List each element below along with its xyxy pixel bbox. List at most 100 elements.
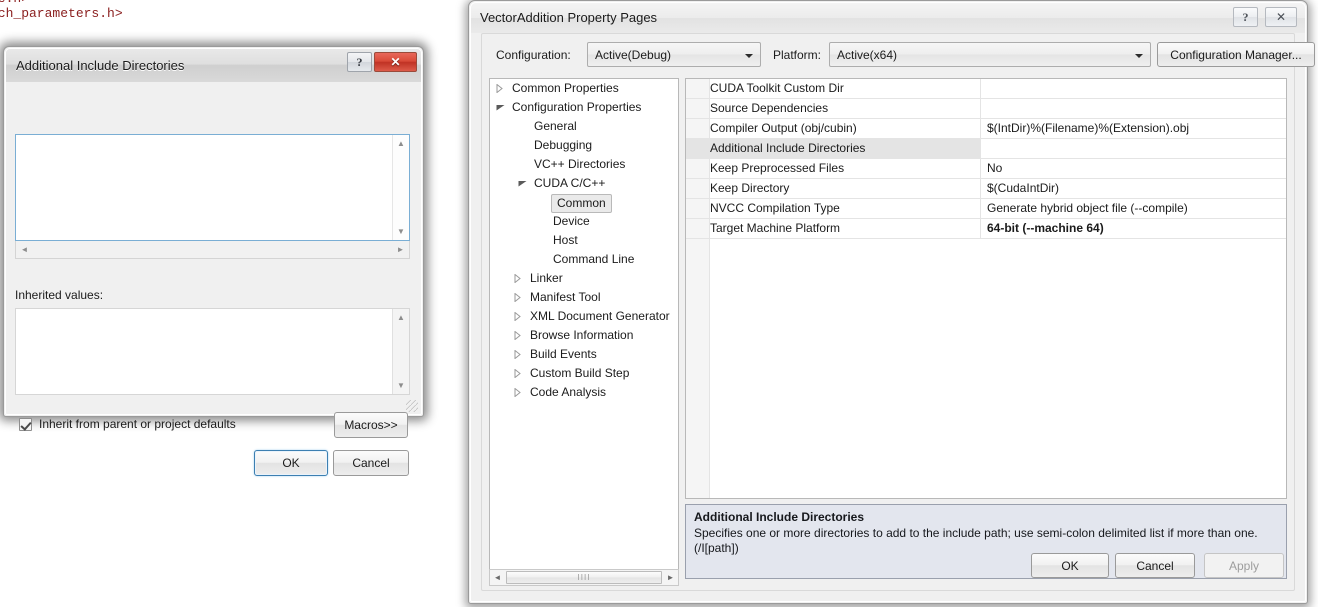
- tree-item-browse-information[interactable]: Browse Information: [490, 326, 678, 345]
- dialog-titlebar: Additional Include Directories ? ✕: [6, 49, 421, 82]
- scroll-down-icon[interactable]: ▼: [393, 223, 409, 240]
- tree-item-common-properties[interactable]: Common Properties: [490, 79, 678, 98]
- expand-triangle-icon[interactable]: [514, 369, 521, 378]
- tree-item-label: VC++ Directories: [534, 157, 626, 171]
- expand-triangle-icon[interactable]: [514, 388, 521, 397]
- dialog-body: ▲ ▼ ◄ ► Inherited values: ▲ ▼ Inherit fr…: [6, 82, 421, 476]
- tree-item-label: Debugging: [534, 138, 593, 152]
- platform-value: Active(x64): [837, 48, 898, 62]
- property-value[interactable]: [981, 79, 1286, 98]
- tree-item-label: Browse Information: [530, 328, 634, 342]
- property-value[interactable]: No: [981, 159, 1286, 178]
- dialog-cancel-button[interactable]: Cancel: [333, 450, 409, 476]
- expand-triangle-icon[interactable]: [496, 84, 503, 93]
- collapse-triangle-icon[interactable]: [496, 104, 505, 113]
- description-title: Additional Include Directories: [694, 510, 865, 524]
- scroll-up-icon[interactable]: ▲: [393, 309, 409, 326]
- configuration-dropdown[interactable]: Active(Debug): [587, 42, 761, 67]
- expand-triangle-icon[interactable]: [514, 274, 521, 283]
- scroll-right-icon[interactable]: ►: [392, 241, 409, 258]
- cancel-button[interactable]: Cancel: [1115, 553, 1195, 578]
- property-row[interactable]: Source Dependencies: [686, 99, 1286, 119]
- tree-item-xml-document-generator[interactable]: XML Document Generator: [490, 307, 678, 326]
- tree-item-label: Common: [551, 194, 612, 213]
- collapse-triangle-icon[interactable]: [518, 180, 527, 189]
- platform-label: Platform:: [773, 48, 822, 62]
- property-value[interactable]: [981, 99, 1286, 118]
- tree-item-label: Linker: [530, 271, 563, 285]
- tree-item-cuda-c-c[interactable]: CUDA C/C++: [490, 174, 678, 193]
- property-row[interactable]: Target Machine Platform 64-bit (--machine…: [686, 219, 1286, 239]
- tree-item-general[interactable]: General: [490, 117, 678, 136]
- code-line-2: nch_parameters.h>: [0, 6, 123, 21]
- include-directories-textarea[interactable]: [16, 135, 392, 240]
- tree-item-label: Host: [553, 233, 578, 247]
- macros-button[interactable]: Macros>>: [334, 412, 408, 438]
- ok-button[interactable]: OK: [1031, 553, 1109, 578]
- tree-item-label: Device: [553, 214, 590, 228]
- close-icon[interactable]: ✕: [374, 52, 417, 72]
- tree-item-debugging[interactable]: Debugging: [490, 136, 678, 155]
- property-row[interactable]: Keep Preprocessed Files No: [686, 159, 1286, 179]
- tree-item-host[interactable]: Host: [490, 231, 678, 250]
- expand-triangle-icon[interactable]: [514, 312, 521, 321]
- property-value[interactable]: 64-bit (--machine 64): [981, 219, 1286, 238]
- property-row[interactable]: NVCC Compilation Type Generate hybrid obj…: [686, 199, 1286, 219]
- property-row[interactable]: Compiler Output (obj/cubin) $(IntDir)%(Fi…: [686, 119, 1286, 139]
- property-tree[interactable]: Common Properties Configuration Propertie…: [489, 78, 679, 579]
- tree-item-code-analysis[interactable]: Code Analysis: [490, 383, 678, 402]
- include-directories-input[interactable]: ▲ ▼: [15, 134, 410, 241]
- property-value[interactable]: [981, 139, 1286, 158]
- property-value[interactable]: Generate hybrid object file (--compile): [981, 199, 1286, 218]
- chevron-down-icon: [1135, 54, 1143, 58]
- tree-item-common[interactable]: Common: [490, 193, 678, 213]
- property-value[interactable]: $(CudaIntDir): [981, 179, 1286, 198]
- expand-triangle-icon[interactable]: [514, 331, 521, 340]
- property-row[interactable]: Additional Include Directories: [686, 139, 1286, 159]
- tree-item-manifest-tool[interactable]: Manifest Tool: [490, 288, 678, 307]
- property-name: Keep Preprocessed Files: [686, 159, 981, 178]
- scroll-left-icon[interactable]: ◄: [16, 241, 33, 258]
- inherit-defaults-checkbox[interactable]: [19, 417, 32, 431]
- property-name: Compiler Output (obj/cubin): [686, 119, 981, 138]
- tree-item-label: CUDA C/C++: [534, 176, 606, 190]
- property-value[interactable]: $(IntDir)%(Filename)%(Extension).obj: [981, 119, 1286, 138]
- tree-item-device[interactable]: Device: [490, 212, 678, 231]
- platform-dropdown[interactable]: Active(x64): [829, 42, 1151, 67]
- dialog-ok-button[interactable]: OK: [254, 450, 328, 476]
- scroll-down-icon[interactable]: ▼: [393, 377, 409, 394]
- help-icon[interactable]: ?: [347, 52, 372, 72]
- property-name: NVCC Compilation Type: [686, 199, 981, 218]
- tree-item-linker[interactable]: Linker: [490, 269, 678, 288]
- configuration-manager-button[interactable]: Configuration Manager...: [1157, 42, 1315, 67]
- resize-grip-icon[interactable]: [406, 400, 418, 412]
- expand-triangle-icon[interactable]: [514, 293, 521, 302]
- property-row[interactable]: CUDA Toolkit Custom Dir: [686, 79, 1286, 99]
- edit-horizontal-scrollbar[interactable]: ◄ ►: [15, 241, 410, 259]
- tree-item-custom-build-step[interactable]: Custom Build Step: [490, 364, 678, 383]
- inherit-defaults-checkbox-row[interactable]: Inherit from parent or project defaults: [19, 417, 236, 431]
- property-grid[interactable]: CUDA Toolkit Custom Dir Source Dependenci…: [685, 78, 1287, 499]
- expand-triangle-icon[interactable]: [514, 350, 521, 359]
- additional-include-directories-dialog: Additional Include Directories ? ✕ ▲ ▼ ◄…: [3, 46, 424, 476]
- property-row[interactable]: Keep Directory $(CudaIntDir): [686, 179, 1286, 199]
- chevron-down-icon: [745, 54, 753, 58]
- configuration-toolbar: Configuration: Active(Debug) Platform: A…: [489, 42, 1315, 68]
- tree-item-label: Build Events: [530, 347, 597, 361]
- property-name: CUDA Toolkit Custom Dir: [686, 79, 981, 98]
- tree-item-label: General: [534, 119, 577, 133]
- inherited-values-label: Inherited values:: [15, 288, 104, 302]
- property-name: Source Dependencies: [686, 99, 981, 118]
- close-icon[interactable]: ✕: [1265, 7, 1297, 27]
- inherited-vertical-scrollbar[interactable]: ▲ ▼: [392, 309, 409, 394]
- tree-item-vc-directories[interactable]: VC++ Directories: [490, 155, 678, 174]
- property-name: Keep Directory: [686, 179, 981, 198]
- tree-item-configuration-properties[interactable]: Configuration Properties: [490, 98, 678, 117]
- configuration-label: Configuration:: [496, 48, 571, 62]
- edit-vertical-scrollbar[interactable]: ▲ ▼: [392, 135, 409, 240]
- tree-item-label: XML Document Generator: [530, 309, 670, 323]
- tree-item-command-line[interactable]: Command Line: [490, 250, 678, 269]
- scroll-up-icon[interactable]: ▲: [393, 135, 409, 152]
- tree-item-build-events[interactable]: Build Events: [490, 345, 678, 364]
- help-icon[interactable]: ?: [1233, 7, 1258, 27]
